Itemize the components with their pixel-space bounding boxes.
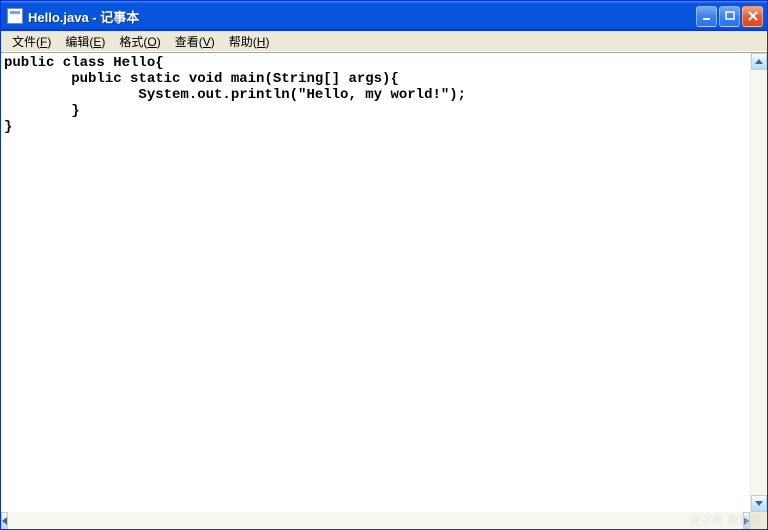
window-controls [696, 6, 763, 27]
notepad-icon [7, 8, 23, 24]
menubar: 文件(F) 编辑(E) 格式(O) 查看(V) 帮助(H) [1, 31, 767, 52]
client-area: public class Hello{ public static void m… [1, 53, 767, 512]
horizontal-scrollbar[interactable] [1, 512, 750, 529]
window-title: Hello.java - 记事本 [28, 7, 696, 26]
close-icon [747, 10, 759, 22]
chevron-down-icon [755, 501, 763, 506]
chevron-up-icon [755, 59, 763, 64]
maximize-button[interactable] [719, 6, 740, 27]
scroll-track-vertical[interactable] [751, 70, 767, 495]
scroll-down-button[interactable] [751, 495, 767, 512]
minimize-icon [701, 10, 713, 22]
menu-view[interactable]: 查看(V) [168, 31, 222, 52]
minimize-button[interactable] [696, 6, 717, 27]
menu-help[interactable]: 帮助(H) [222, 31, 277, 52]
menu-file[interactable]: 文件(F) [5, 31, 58, 52]
menu-format[interactable]: 格式(O) [112, 31, 167, 52]
text-editor[interactable]: public class Hello{ public static void m… [1, 53, 750, 512]
scroll-track-horizontal[interactable] [8, 512, 743, 529]
scroll-corner [750, 512, 767, 529]
maximize-icon [724, 10, 736, 22]
chevron-left-icon [2, 517, 7, 525]
scroll-left-button[interactable] [1, 512, 8, 529]
menu-edit[interactable]: 编辑(E) [58, 31, 112, 52]
app-window: Hello.java - 记事本 文件(F) 编辑(E) 格式(O) 查看(V)… [0, 0, 768, 530]
horizontal-scroll-row [1, 512, 767, 529]
scroll-right-button[interactable] [743, 512, 750, 529]
vertical-scrollbar[interactable] [750, 53, 767, 512]
close-button[interactable] [742, 6, 763, 27]
titlebar[interactable]: Hello.java - 记事本 [1, 1, 767, 31]
chevron-right-icon [744, 517, 749, 525]
client-wrap: public class Hello{ public static void m… [1, 52, 767, 529]
scroll-up-button[interactable] [751, 53, 767, 70]
